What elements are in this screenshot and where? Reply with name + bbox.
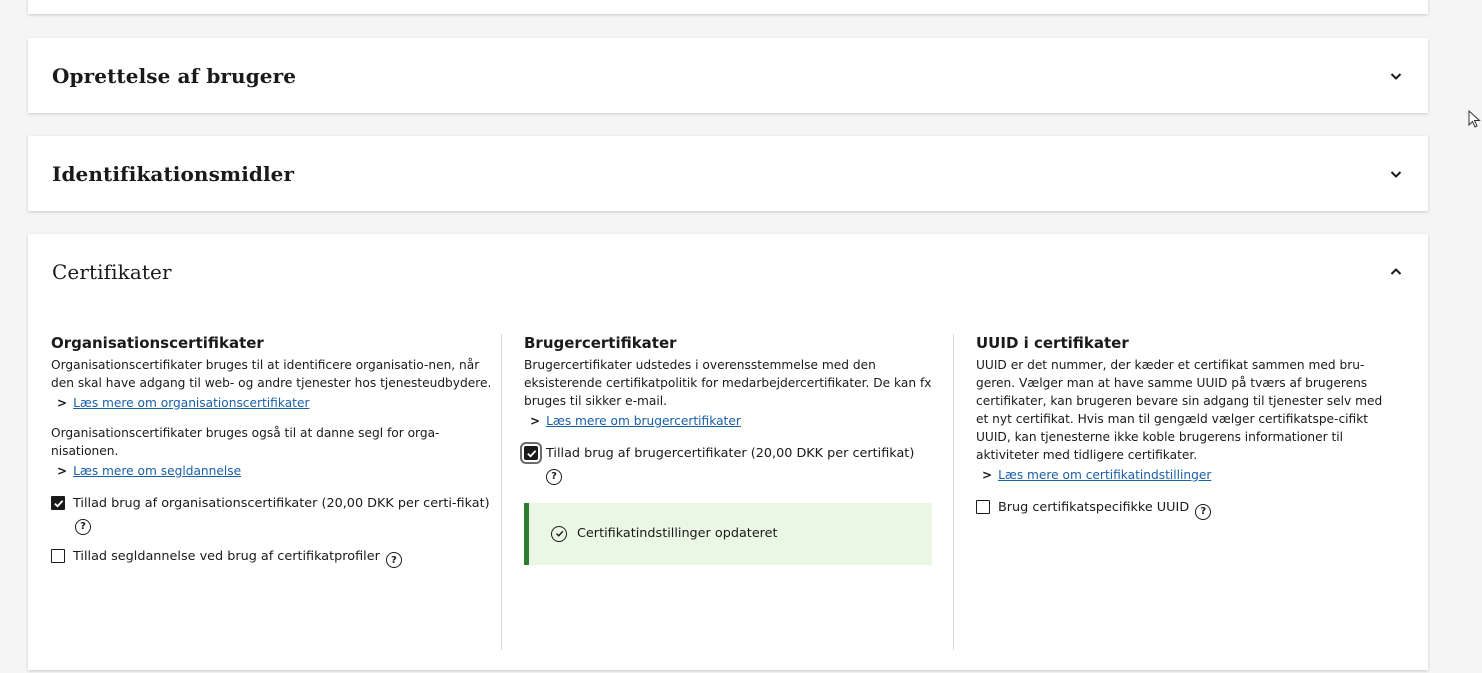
uuid-specific-label: Brug certifikatspecifikke UUID ? <box>998 498 1212 520</box>
org-certificates-link[interactable]: Læs mere om organisationscertifikater <box>73 394 309 412</box>
check-circle-icon <box>551 525 567 542</box>
check-icon <box>53 499 63 508</box>
seal-link-row: > Læs mere om segldannelse <box>57 462 501 480</box>
uuid-column: UUID i certifikater UUID er det nummer, … <box>976 334 1396 650</box>
user-heading: Brugercertifikater <box>524 334 677 352</box>
section-title: Identifikationsmidler <box>52 161 295 186</box>
allow-user-certificates-row: Tillad brug af brugercertifikater (20,00… <box>520 442 954 485</box>
mouse-cursor-icon <box>1468 110 1481 128</box>
allow-seal-row: Tillad segldannelse ved brug af certifik… <box>51 547 501 568</box>
checkbox-label-text: Tillad segldannelse ved brug af certifik… <box>73 548 380 564</box>
chevron-right-icon: > <box>57 396 68 410</box>
success-alert: Certifikatindstillinger opdateret <box>524 502 932 565</box>
checkbox-label-text: Tillad brug af brugercertifikater (20,00… <box>546 446 915 461</box>
org-description: Organisationscertifikater bruges til at … <box>51 358 492 390</box>
seal-link[interactable]: Læs mere om segldannelse <box>73 462 241 480</box>
section-header[interactable]: Identifikationsmidler <box>52 136 1404 211</box>
user-certificates-link[interactable]: Læs mere om brugercertifikater <box>546 412 741 430</box>
previous-section-card <box>28 0 1428 14</box>
section-identifikationsmidler[interactable]: Identifikationsmidler <box>28 136 1428 211</box>
uuid-heading: UUID i certifikater <box>976 334 1129 352</box>
chevron-right-icon: > <box>530 414 541 428</box>
chevron-up-icon[interactable] <box>1388 264 1404 280</box>
allow-seal-label: Tillad segldannelse ved brug af certifik… <box>73 547 402 568</box>
uuid-description: UUID er det nummer, der kæder et certifi… <box>976 358 1383 462</box>
chevron-down-icon[interactable] <box>1388 166 1404 182</box>
section-title: Certifikater <box>52 260 172 284</box>
help-icon[interactable]: ? <box>385 552 402 568</box>
section-title: Oprettelse af brugere <box>52 63 297 88</box>
allow-user-certificates-checkbox[interactable] <box>520 442 542 464</box>
column-divider <box>953 334 954 650</box>
certificate-columns: Organisationscertifikater Organisationsc… <box>28 334 1428 654</box>
help-icon[interactable]: ? <box>75 518 91 535</box>
section-header[interactable]: Certifikater <box>52 234 1404 310</box>
org-seal-description: Organisationscertifikater bruges også ti… <box>51 426 440 458</box>
allow-org-certificates-checkbox[interactable] <box>51 496 65 510</box>
chevron-down-icon[interactable] <box>1388 68 1404 84</box>
chevron-right-icon: > <box>57 464 68 478</box>
help-icon[interactable]: ? <box>1195 503 1212 520</box>
column-divider <box>501 334 502 650</box>
user-description: Brugercertifikater udstedes i overensste… <box>524 358 932 408</box>
uuid-specific-checkbox[interactable] <box>976 500 990 514</box>
allow-org-certificates-row: Tillad brug af organisationscertifikater… <box>51 494 501 535</box>
user-link-row: > Læs mere om brugercertifikater <box>530 412 954 430</box>
certificate-settings-link[interactable]: Læs mere om certifikatindstillinger <box>998 466 1211 484</box>
org-link-row: > Læs mere om organisationscertifikater <box>57 394 501 412</box>
alert-message: Certifikatindstillinger opdateret <box>577 526 778 541</box>
section-certifikater: Certifikater Organisationscertifikater O… <box>28 234 1428 670</box>
check-icon <box>526 449 536 458</box>
checkbox-label-text: Brug certifikatspecifikke UUID <box>998 500 1190 515</box>
user-certificates-column: Brugercertifikater Brugercertifikater ud… <box>520 334 954 650</box>
checkbox-label-text: Tillad brug af organisationscertifikater… <box>73 496 490 511</box>
uuid-link-row: > Læs mere om certifikatindstillinger <box>982 466 1396 484</box>
allow-user-certificates-label: Tillad brug af brugercertifikater (20,00… <box>546 444 914 485</box>
allow-seal-checkbox[interactable] <box>51 548 65 563</box>
uuid-specific-row: Brug certifikatspecifikke UUID ? <box>976 498 1396 520</box>
section-oprettelse-af-brugere[interactable]: Oprettelse af brugere <box>28 38 1428 113</box>
allow-org-certificates-label: Tillad brug af organisationscertifikater… <box>73 494 501 535</box>
org-heading: Organisationscertifikater <box>51 334 264 352</box>
section-header[interactable]: Oprettelse af brugere <box>52 38 1404 113</box>
help-icon[interactable]: ? <box>546 468 562 485</box>
chevron-right-icon: > <box>982 468 993 482</box>
org-certificates-column: Organisationscertifikater Organisationsc… <box>51 334 501 650</box>
